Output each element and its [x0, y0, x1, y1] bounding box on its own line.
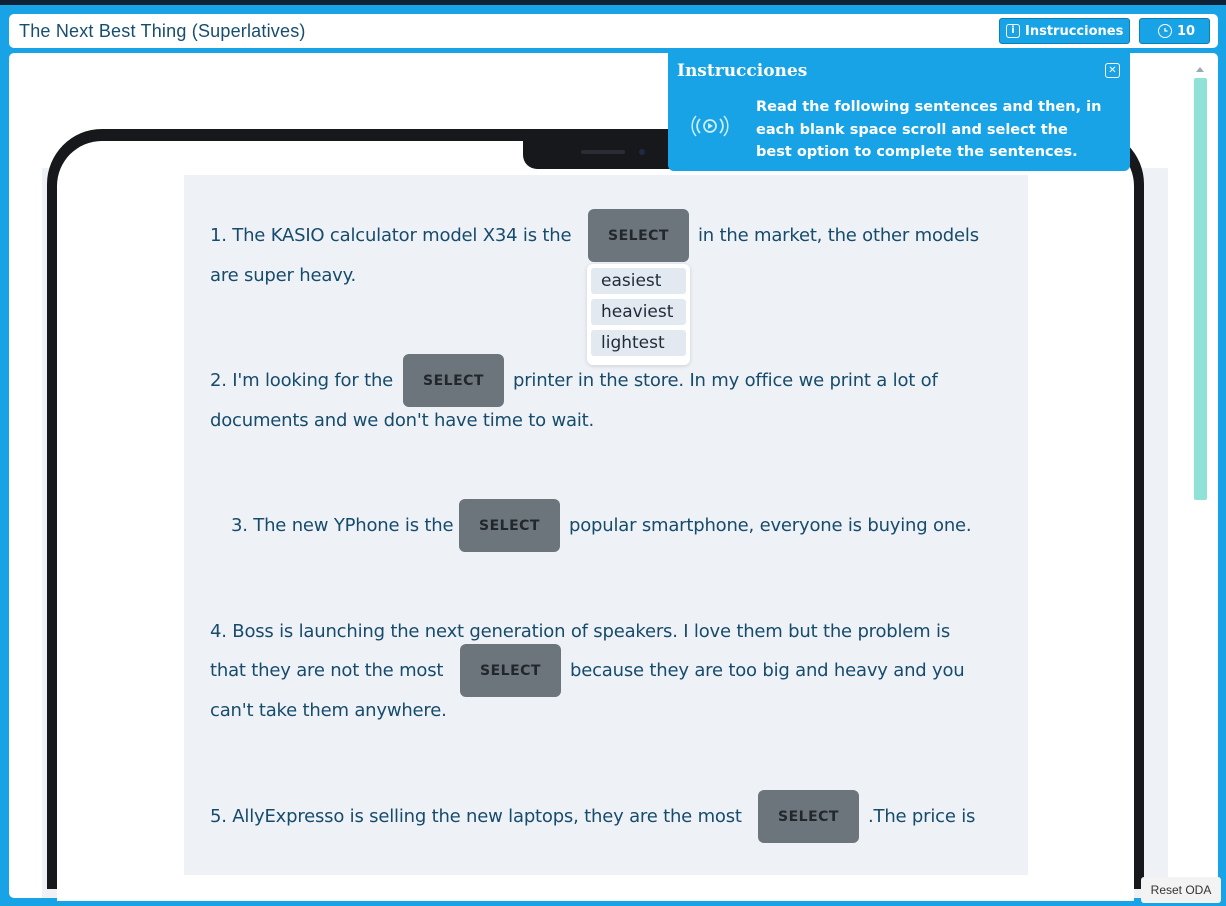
q1-text-c: are super heavy. [210, 265, 357, 286]
scrollbar-thumb[interactable] [1194, 78, 1207, 500]
audio-icon[interactable] [690, 111, 730, 141]
q5-text-b: .The price is [868, 806, 976, 827]
instructions-button-label: Instrucciones [1025, 23, 1124, 39]
exercise-content: 1. The KASIO calculator model X34 is the… [184, 175, 1028, 875]
clock-icon [1158, 24, 1172, 38]
instructions-button[interactable]: i Instrucciones [999, 18, 1130, 44]
close-icon[interactable]: ✕ [1105, 63, 1120, 78]
timer-button[interactable]: 10 [1139, 18, 1210, 44]
q2-select[interactable]: SELECT [403, 354, 504, 407]
camera-icon [639, 149, 645, 155]
header-bar: The Next Best Thing (Superlatives) i Ins… [9, 14, 1218, 48]
q4-text-c: because they are too big and heavy and y… [570, 660, 965, 681]
popup-instructions-text: Read the following sentences and then, i… [756, 99, 1102, 160]
speaker-grille [581, 150, 625, 154]
q2-text-a: 2. I'm looking for the [210, 370, 394, 391]
timer-value: 10 [1177, 23, 1196, 39]
page-title: The Next Best Thing (Superlatives) [19, 21, 306, 41]
q5-text-a: 5. AllyExpresso is selling the new lapto… [210, 806, 742, 827]
dropdown-option-heaviest[interactable]: heaviest [591, 299, 686, 325]
q3-select[interactable]: SELECT [459, 499, 560, 552]
q1-select[interactable]: SELECT [588, 209, 689, 262]
scroll-up-arrow-icon[interactable] [1196, 67, 1204, 72]
q4-text-a: 4. Boss is launching the next generation… [210, 621, 951, 642]
dropdown-option-lightest[interactable]: lightest [591, 330, 686, 356]
instructions-popup: Instrucciones ✕ Read the following sente… [668, 51, 1130, 171]
q1-text-b: in the market, the other models [698, 225, 979, 246]
q4-text-d: can't take them anywhere. [210, 700, 447, 721]
q2-text-c: documents and we don't have time to wait… [210, 410, 594, 431]
tablet-notch [523, 141, 689, 169]
reset-button[interactable]: Reset ODA [1141, 877, 1221, 903]
dropdown-option-easiest[interactable]: easiest [591, 268, 686, 294]
info-icon: i [1006, 24, 1020, 38]
popup-title: Instrucciones [677, 61, 808, 81]
window-top-edge [0, 0, 1226, 5]
q5-select[interactable]: SELECT [758, 790, 859, 843]
q4-text-b: that they are not the most [210, 660, 444, 681]
q1-text-a: 1. The KASIO calculator model X34 is the [210, 225, 572, 246]
q4-select[interactable]: SELECT [460, 644, 561, 697]
q1-dropdown-menu: easiest heaviest lightest [587, 264, 690, 365]
q3-text-b: popular smartphone, everyone is buying o… [569, 515, 972, 536]
q2-text-b: printer in the store. In my office we pr… [513, 370, 938, 391]
q3-text-a: 3. The new YPhone is the [231, 515, 454, 536]
tablet-frame: 1. The KASIO calculator model X34 is the… [47, 129, 1144, 901]
tablet-screen: 1. The KASIO calculator model X34 is the… [57, 141, 1134, 901]
